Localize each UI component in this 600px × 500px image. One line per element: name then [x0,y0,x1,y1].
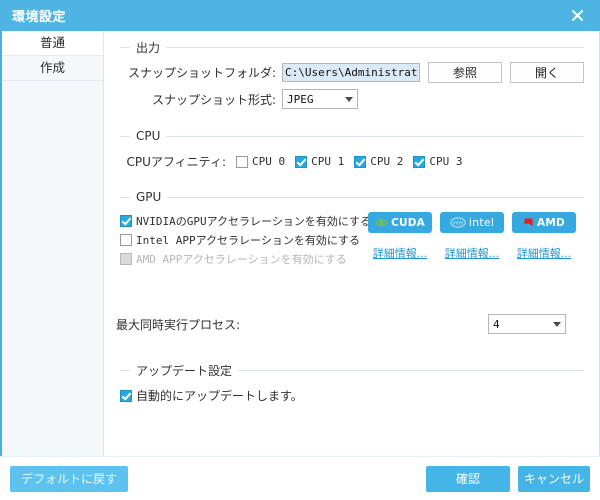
checkbox-cpu-3[interactable]: CPU 3 [413,155,463,168]
dialog-footer: デフォルトに戻す 確認 キャンセル [0,456,600,500]
checkbox-label: NVIDIAのGPUアクセラレーションを有効にする [136,215,371,228]
intel-badge-button[interactable]: intel intel [440,212,504,233]
divider [166,135,584,137]
output-group: 出力 スナップショットフォルダ: 参照 開く スナップショット形式: JPEG [116,39,588,117]
snapshot-format-select[interactable]: JPEG [282,89,358,109]
snapshot-folder-row: スナップショットフォルダ: 参照 開く [120,62,584,83]
checkbox-amd-acceleration: AMD APPアクセラレーションを有効にする [120,251,347,267]
update-legend-label: アップデート設定 [136,364,233,378]
snapshot-folder-label: スナップショットフォルダ: [127,66,276,80]
checkbox-box [295,155,308,168]
checkbox-cpu-0[interactable]: CPU 0 [236,155,285,168]
sidebar-item-create[interactable]: 作成 [2,56,103,81]
checkbox-auto-update[interactable]: 自動的にアップデートします。 [120,387,303,404]
checkbox-label: AMD APPアクセラレーションを有効にする [136,253,347,266]
cuda-more-info-link[interactable]: 詳細情報... [368,245,432,261]
browse-button[interactable]: 参照 [428,62,502,83]
gpu-checkbox-list: NVIDIAのGPUアクセラレーションを有効にする Intel APPアクセラレ… [120,210,372,270]
checkbox-nvidia-acceleration[interactable]: NVIDIAのGPUアクセラレーションを有効にする [120,213,371,229]
snapshot-format-row: スナップショット形式: JPEG [120,89,584,109]
cancel-button[interactable]: キャンセル [518,465,590,492]
gpu-legend-label: GPU [136,190,162,204]
sidebar-item-general[interactable]: 普通 [2,31,103,56]
update-group: アップデート設定 自動的にアップデートします。 [116,362,588,412]
chevron-down-icon [553,321,561,327]
gpu-amd-row: AMD APPアクセラレーションを有効にする [120,251,372,267]
max-processes-label: 最大同時実行プロセス: [116,317,241,332]
checkbox-intel-acceleration[interactable]: Intel APPアクセラレーションを有効にする [120,232,360,248]
chevron-down-icon [345,96,353,102]
preferences-dialog: 環境設定 普通 作成 出力 スナップショットフォルダ: C:\Users\Adm… [0,0,600,500]
checkbox-cpu-1[interactable]: CPU 1 [295,155,344,168]
cpu-group-legend: CPU [120,129,584,143]
amd-more-info-link[interactable]: 詳細情報... [512,245,576,261]
gpu-intel-row: Intel APPアクセラレーションを有効にする [120,232,372,248]
checkbox-box [120,389,132,402]
checkbox-label: CPU 3 [429,155,463,168]
checkbox-cpu-2[interactable]: CPU 2 [354,155,403,168]
checkbox-box [413,155,426,168]
gpu-detail-links: 詳細情報... 詳細情報... 詳細情報... [368,245,578,261]
sidebar-item-label: 普通 [39,35,65,50]
divider [238,370,584,371]
amd-badge-button[interactable]: AMD [512,212,576,233]
gpu-vendor-badges: CUDA intel intel AMD [368,212,578,233]
checkbox-label: Intel APPアクセラレーションを有効にする [136,234,360,247]
intel-badge-label: intel [468,216,495,229]
snapshot-format-value: JPEG [287,92,314,106]
close-icon[interactable] [564,4,590,28]
snapshot-folder-input[interactable] [282,63,420,82]
divider [166,47,584,48]
max-processes-row: 最大同時実行プロセス: 4 [116,314,588,334]
title-bar: 環境設定 [0,0,600,31]
checkbox-box [120,253,132,265]
window-title: 環境設定 [12,10,67,25]
cpu-group: CPU CPUアフィニティ: CPU 0 CPU 1 CPU 2 CPU 3 [116,129,588,178]
cpu-affinity-label: CPUアフィニティ: [126,155,226,169]
svg-text:intel: intel [452,221,463,227]
cuda-badge-label: CUDA [391,216,425,229]
sidebar-item-label: 作成 [39,60,65,75]
checkbox-box [120,215,132,227]
output-group-legend: 出力 [120,39,584,56]
open-folder-button[interactable]: 開く [510,62,584,83]
gpu-options-area: NVIDIAのGPUアクセラレーションを有効にする Intel APPアクセラレ… [120,210,584,270]
amd-icon [524,218,533,227]
gpu-nvidia-row: NVIDIAのGPUアクセラレーションを有効にする [120,213,372,229]
checkbox-label: 自動的にアップデートします。 [136,389,303,403]
settings-content: 出力 スナップショットフォルダ: 参照 開く スナップショット形式: JPEG [104,31,599,456]
checkbox-label: CPU 0 [252,155,286,168]
dialog-body: 普通 作成 出力 スナップショットフォルダ: 参照 開く [0,31,600,456]
amd-badge-label: AMD [537,216,565,229]
checkbox-box [354,155,367,168]
intel-more-info-link[interactable]: 詳細情報... [440,245,504,261]
gpu-group: GPU NVIDIAのGPUアクセラレーションを有効にする Intel APPア… [116,190,588,272]
intel-icon: intel [450,217,466,228]
nvidia-cuda-icon [375,218,388,227]
gpu-vendor-panel: CUDA intel intel AMD 詳細情報... 詳細情報... 詳細情… [368,210,578,261]
checkbox-label: CPU 2 [370,155,404,168]
output-legend-label: 出力 [136,41,161,55]
divider [167,196,584,198]
update-group-legend: アップデート設定 [120,362,584,379]
confirm-button[interactable]: 確認 [426,465,510,492]
snapshot-format-label: スナップショット形式: [151,92,276,107]
checkbox-box [120,234,132,246]
max-processes-select[interactable]: 4 [488,314,566,334]
auto-update-row: 自動的にアップデートします。 [120,387,584,404]
cuda-badge-button[interactable]: CUDA [368,212,432,233]
gpu-group-legend: GPU [120,190,584,204]
max-processes-value: 4 [493,317,500,331]
checkbox-box [236,155,248,168]
cpu-affinity-row: CPUアフィニティ: CPU 0 CPU 1 CPU 2 CPU 3 [120,153,584,170]
reset-defaults-button[interactable]: デフォルトに戻す [10,465,129,492]
sidebar: 普通 作成 [2,31,104,456]
checkbox-label: CPU 1 [311,155,345,168]
cpu-legend-label: CPU [136,129,161,143]
